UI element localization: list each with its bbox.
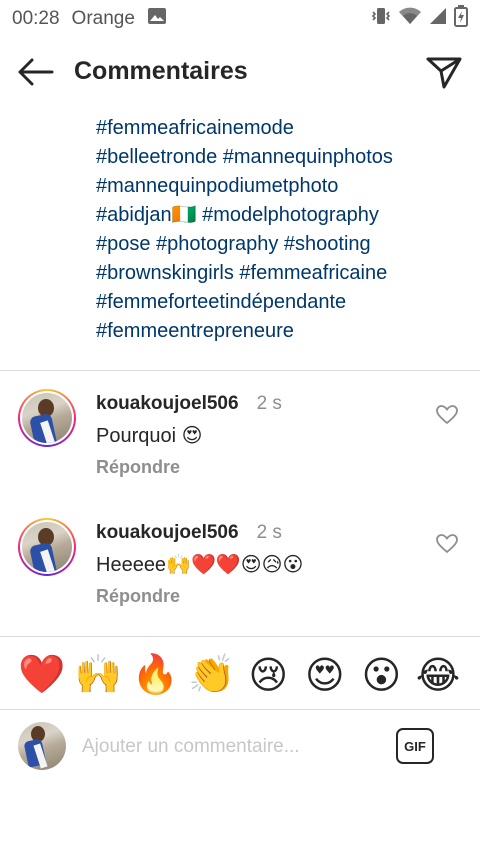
hashtag-line[interactable]: #abidjan🇨🇮 #modelphotography <box>96 201 456 230</box>
wifi-icon <box>398 6 422 32</box>
header: Commentaires <box>0 38 480 106</box>
hashtag-line[interactable]: #femmeforteetindépendante <box>96 288 456 317</box>
avatar[interactable] <box>18 389 76 447</box>
hashtag-line[interactable]: #brownskingirls #femmeafricaine <box>96 259 456 288</box>
battery-icon <box>454 5 468 33</box>
avatar <box>18 722 66 770</box>
heart-icon[interactable] <box>436 534 458 554</box>
comment-text: Pourquoi 😍 <box>96 425 203 447</box>
divider <box>0 709 480 710</box>
emoji-raised-hands[interactable]: 🙌 <box>75 653 123 697</box>
reply-button[interactable]: Répondre <box>96 457 180 478</box>
heart-icon[interactable] <box>436 405 458 425</box>
emoji-heart[interactable]: ❤️ <box>18 653 66 697</box>
hashtag-line[interactable]: #mannequinpodiumetphoto <box>96 172 456 201</box>
comment-item: kouakoujoel506 2 s Pourquoi 😍 Répondre <box>0 389 480 499</box>
divider <box>0 370 480 371</box>
comment-composer: GIF <box>0 712 480 780</box>
post-caption: #femmeafricainemode #belleetronde #manne… <box>96 114 456 346</box>
avatar[interactable] <box>18 518 76 576</box>
emoji-clap[interactable]: 👏 <box>188 653 236 697</box>
emoji-surprised[interactable]: 😮 <box>357 653 405 698</box>
comment-username[interactable]: kouakoujoel506 <box>96 393 239 415</box>
emoji-fire[interactable]: 🔥 <box>131 653 179 697</box>
hashtag-line[interactable]: #femmeafricainemode <box>96 114 456 143</box>
comment-time: 2 s <box>256 522 282 543</box>
emoji-crying[interactable]: 😢 <box>244 653 292 698</box>
arrow-left-icon[interactable] <box>16 56 56 88</box>
gif-button[interactable]: GIF <box>396 728 434 764</box>
signal-icon <box>428 6 448 32</box>
comment-item: kouakoujoel506 2 s Heeeee🙌❤️❤️😍😥😮 Répond… <box>0 518 480 628</box>
page-title: Commentaires <box>74 57 248 85</box>
comment-input[interactable] <box>82 732 382 762</box>
emoji-laughing[interactable]: 😂 <box>414 653 462 698</box>
reply-button[interactable]: Répondre <box>96 586 180 607</box>
paper-plane-icon[interactable] <box>424 53 464 91</box>
divider <box>0 636 480 637</box>
hashtag-line[interactable]: #belleetronde #mannequinphotos <box>96 143 456 172</box>
comment-username[interactable]: kouakoujoel506 <box>96 522 239 544</box>
status-bar: 00:28 Orange <box>0 0 480 38</box>
image-icon <box>147 7 167 31</box>
emoji-reaction-bar: ❤️ 🙌 🔥 👏 😢 😍 😮 😂 <box>0 642 480 708</box>
hashtag-line[interactable]: #pose #photography #shooting <box>96 230 456 259</box>
status-carrier: Orange <box>71 8 135 29</box>
hashtag-line[interactable]: #femmeentrepreneure <box>96 317 456 346</box>
comment-time: 2 s <box>256 393 282 414</box>
emoji-heart-eyes[interactable]: 😍 <box>301 653 349 698</box>
vibrate-icon <box>370 6 392 32</box>
status-time: 00:28 <box>12 8 60 29</box>
comment-text: Heeeee🙌❤️❤️😍😥😮 <box>96 554 304 576</box>
